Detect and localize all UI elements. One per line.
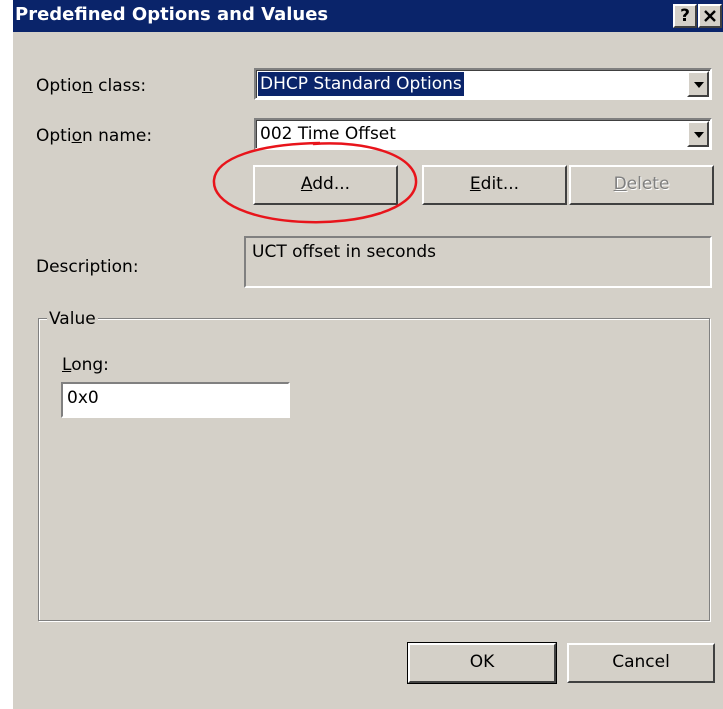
option-name-value: 002 Time Offset <box>260 124 396 144</box>
cancel-button[interactable]: Cancel <box>567 643 715 683</box>
help-button[interactable]: ? <box>673 4 697 28</box>
title-bar[interactable]: Predefined Options and Values ? <box>13 0 723 32</box>
option-class-dropdown-button[interactable] <box>687 71 709 97</box>
long-value-input[interactable]: 0x0 <box>61 382 290 418</box>
chevron-down-icon <box>694 132 704 138</box>
window-title: Predefined Options and Values <box>15 4 329 25</box>
add-button[interactable]: Add... <box>253 165 398 205</box>
dialog-window: Predefined Options and Values ? Option c… <box>13 0 723 709</box>
value-groupbox <box>38 318 710 621</box>
option-name-label: Option name: <box>36 126 153 146</box>
edit-button[interactable]: Edit... <box>422 165 567 205</box>
delete-button[interactable]: Delete <box>569 165 714 205</box>
description-field: UCT offset in seconds <box>244 236 712 288</box>
option-class-value: DHCP Standard Options <box>257 71 465 97</box>
value-group-legend: Value <box>47 309 98 329</box>
option-name-dropdown-button[interactable] <box>687 121 709 147</box>
close-icon <box>704 10 716 22</box>
chevron-down-icon <box>694 82 704 88</box>
option-class-combobox[interactable]: DHCP Standard Options <box>254 68 712 100</box>
option-name-combobox[interactable]: 002 Time Offset <box>254 118 712 150</box>
close-button[interactable] <box>698 4 722 28</box>
ok-button[interactable]: OK <box>407 642 557 684</box>
option-class-label: Option class: <box>36 76 147 96</box>
description-label: Description: <box>36 257 139 277</box>
long-label: Long: <box>62 355 109 375</box>
